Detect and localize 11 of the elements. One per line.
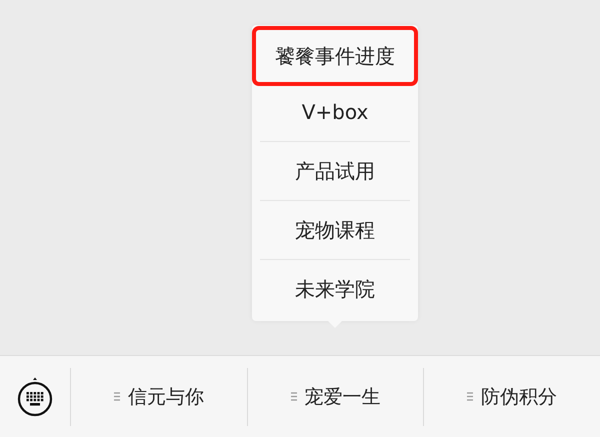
menu-tab[interactable]: 信元与你 — [70, 368, 247, 426]
menu-lines-icon — [467, 392, 474, 401]
menu-item[interactable]: 未来学院 — [260, 259, 410, 318]
menu-tab[interactable]: 防伪积分 — [423, 368, 600, 426]
menu-item[interactable]: 产品试用 — [260, 141, 410, 200]
menu-lines-icon — [290, 392, 296, 401]
menu-item[interactable]: 宠物课程 — [260, 200, 410, 259]
keyboard-icon[interactable] — [16, 376, 54, 418]
menu-item[interactable]: V+box — [260, 82, 410, 141]
menu-tab[interactable]: 宠爱一生 — [246, 368, 424, 426]
menu-lines-icon — [114, 392, 120, 401]
